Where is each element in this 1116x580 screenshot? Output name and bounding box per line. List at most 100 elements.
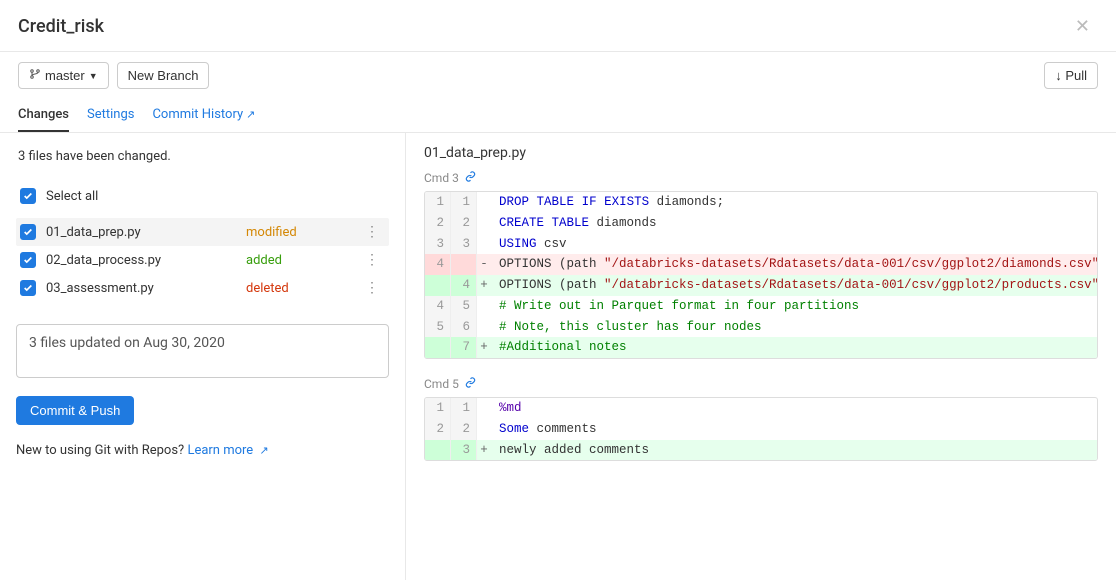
chevron-down-icon: ▼ bbox=[89, 71, 98, 81]
code-text: CREATE TABLE diamonds bbox=[491, 213, 1097, 234]
kebab-icon[interactable]: ⋮ bbox=[359, 280, 385, 296]
file-checkbox[interactable] bbox=[20, 252, 36, 268]
diff-line: 22 CREATE TABLE diamonds bbox=[425, 213, 1097, 234]
file-list: 01_data_prep.pymodified⋮02_data_process.… bbox=[16, 218, 389, 302]
diff-marker bbox=[477, 317, 491, 338]
kebab-icon[interactable]: ⋮ bbox=[359, 252, 385, 268]
commit-message-input[interactable]: 3 files updated on Aug 30, 2020 bbox=[16, 324, 389, 378]
line-number-old bbox=[425, 337, 451, 358]
diff-line: 45 # Write out in Parquet format in four … bbox=[425, 296, 1097, 317]
branch-icon bbox=[29, 68, 41, 83]
file-checkbox[interactable] bbox=[20, 280, 36, 296]
learn-more-link[interactable]: Learn more ↗ bbox=[187, 443, 268, 458]
line-number-old: 1 bbox=[425, 192, 451, 213]
modal-title: Credit_risk bbox=[18, 16, 104, 37]
commit-push-button[interactable]: Commit & Push bbox=[16, 396, 134, 425]
tabs: Changes Settings Commit History↗ bbox=[0, 101, 1116, 133]
diff-line: 7+#Additional notes bbox=[425, 337, 1097, 358]
branch-selector[interactable]: master ▼ bbox=[18, 62, 109, 89]
external-link-icon: ↗ bbox=[246, 108, 255, 121]
changes-summary: 3 files have been changed. bbox=[16, 145, 389, 168]
hint-text: New to using Git with Repos? bbox=[16, 443, 184, 458]
git-hint: New to using Git with Repos? Learn more … bbox=[16, 443, 389, 458]
tab-changes[interactable]: Changes bbox=[18, 101, 69, 132]
line-number-old: 2 bbox=[425, 419, 451, 440]
diff-marker bbox=[477, 419, 491, 440]
code-text: OPTIONS (path "/databricks-datasets/Rdat… bbox=[491, 254, 1097, 275]
cmd-label: Cmd 5 bbox=[424, 377, 1098, 391]
pull-button[interactable]: ↓ Pull bbox=[1044, 62, 1098, 89]
kebab-icon[interactable]: ⋮ bbox=[359, 224, 385, 240]
line-number-old: 4 bbox=[425, 254, 451, 275]
diff-line: 11 DROP TABLE IF EXISTS diamonds; bbox=[425, 192, 1097, 213]
diff-line: 4+OPTIONS (path "/databricks-datasets/Rd… bbox=[425, 275, 1097, 296]
line-number-old: 3 bbox=[425, 234, 451, 255]
code-text: # Write out in Parquet format in four pa… bbox=[491, 296, 1097, 317]
select-all-checkbox[interactable] bbox=[20, 188, 36, 204]
changes-panel: 3 files have been changed. Select all 01… bbox=[0, 133, 406, 580]
close-icon[interactable]: ✕ bbox=[1067, 12, 1098, 41]
line-number-old: 5 bbox=[425, 317, 451, 338]
tab-settings[interactable]: Settings bbox=[87, 101, 134, 132]
line-number-old bbox=[425, 440, 451, 461]
code-text: # Note, this cluster has four nodes bbox=[491, 317, 1097, 338]
diff-line: 22Some comments bbox=[425, 419, 1097, 440]
line-number-new: 3 bbox=[451, 234, 477, 255]
file-row[interactable]: 03_assessment.pydeleted⋮ bbox=[16, 274, 389, 302]
diff-line: 3+newly added comments bbox=[425, 440, 1097, 461]
modal-header: Credit_risk ✕ bbox=[0, 0, 1116, 52]
line-number-new: 6 bbox=[451, 317, 477, 338]
diff-marker bbox=[477, 398, 491, 419]
new-branch-button[interactable]: New Branch bbox=[117, 62, 210, 89]
diff-panel: 01_data_prep.py Cmd 3 11DROP TABLE IF EX… bbox=[406, 133, 1116, 580]
link-icon[interactable] bbox=[465, 171, 476, 185]
file-status: added bbox=[246, 253, 359, 268]
line-number-new: 3 bbox=[451, 440, 477, 461]
diff-line: 11 %md bbox=[425, 398, 1097, 419]
line-number-new: 1 bbox=[451, 192, 477, 213]
line-number-new: 4 bbox=[451, 275, 477, 296]
code-text: %md bbox=[491, 398, 1097, 419]
external-link-icon: ↗ bbox=[259, 444, 268, 457]
file-name: 01_data_prep.py bbox=[46, 225, 246, 240]
file-row[interactable]: 02_data_process.pyadded⋮ bbox=[16, 246, 389, 274]
line-number-old bbox=[425, 275, 451, 296]
code-text: #Additional notes bbox=[491, 337, 1097, 358]
file-row[interactable]: 01_data_prep.pymodified⋮ bbox=[16, 218, 389, 246]
git-modal: Credit_risk ✕ master ▼ New Branch ↓ Pull… bbox=[0, 0, 1116, 580]
diff-file-title: 01_data_prep.py bbox=[424, 145, 1098, 161]
line-number-new bbox=[451, 254, 477, 275]
diff-marker bbox=[477, 234, 491, 255]
diff-block: 11 DROP TABLE IF EXISTS diamonds; 22 CREATE… bbox=[424, 191, 1098, 359]
line-number-old: 2 bbox=[425, 213, 451, 234]
link-icon[interactable] bbox=[465, 377, 476, 391]
diff-marker: + bbox=[477, 440, 491, 461]
diff-marker bbox=[477, 213, 491, 234]
line-number-old: 1 bbox=[425, 398, 451, 419]
line-number-new: 2 bbox=[451, 213, 477, 234]
code-text: DROP TABLE IF EXISTS diamonds; bbox=[491, 192, 1097, 213]
line-number-new: 2 bbox=[451, 419, 477, 440]
diff-block: 11 %md22Some comments3+newly added commen… bbox=[424, 397, 1098, 461]
branch-label: master bbox=[45, 68, 85, 83]
file-status: deleted bbox=[246, 281, 359, 296]
line-number-old: 4 bbox=[425, 296, 451, 317]
file-name: 03_assessment.py bbox=[46, 281, 246, 296]
diff-line: 4 -OPTIONS (path "/databricks-datasets/Rd… bbox=[425, 254, 1097, 275]
diff-marker bbox=[477, 296, 491, 317]
diff-marker: - bbox=[477, 254, 491, 275]
diff-line: 56 # Note, this cluster has four nodes bbox=[425, 317, 1097, 338]
line-number-new: 7 bbox=[451, 337, 477, 358]
line-number-new: 5 bbox=[451, 296, 477, 317]
diff-marker bbox=[477, 192, 491, 213]
file-name: 02_data_process.py bbox=[46, 253, 246, 268]
toolbar: master ▼ New Branch ↓ Pull bbox=[0, 52, 1116, 97]
line-number-new: 1 bbox=[451, 398, 477, 419]
file-checkbox[interactable] bbox=[20, 224, 36, 240]
select-all-row: Select all bbox=[16, 182, 389, 210]
tab-history-label: Commit History bbox=[152, 107, 243, 122]
tab-commit-history[interactable]: Commit History↗ bbox=[152, 101, 255, 132]
diff-marker: + bbox=[477, 337, 491, 358]
code-text: OPTIONS (path "/databricks-datasets/Rdat… bbox=[491, 275, 1097, 296]
select-all-label: Select all bbox=[46, 189, 246, 204]
